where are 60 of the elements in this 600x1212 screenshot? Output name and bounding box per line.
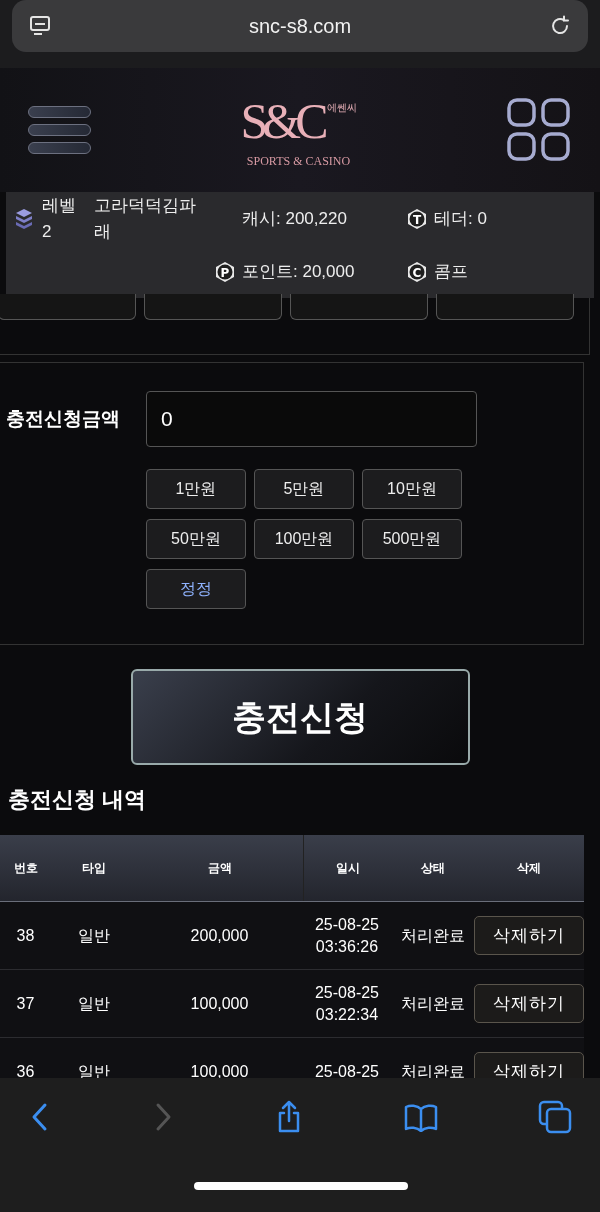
tabs-icon[interactable] (538, 1100, 572, 1134)
date-text: 25-08-25 (314, 1061, 379, 1078)
delete-button[interactable]: 삭제하기 (474, 984, 584, 1023)
submit-button[interactable]: 충전신청 (130, 669, 470, 765)
menu-button[interactable] (0, 294, 136, 320)
column-header: 상태 (419, 860, 446, 877)
logo-korean: 에쎈씨 (326, 101, 357, 115)
amount-input[interactable]: 0 (146, 391, 477, 447)
amount-button[interactable]: 5만원 (254, 469, 354, 509)
bookmarks-icon[interactable] (403, 1102, 439, 1132)
column-header: 일시 (303, 835, 391, 901)
time-text: 03:22:34 (315, 1004, 379, 1025)
column-header: 삭제 (516, 860, 542, 877)
amount-button[interactable]: 50만원 (146, 519, 246, 559)
menu-button[interactable] (144, 294, 282, 320)
menu-button[interactable] (290, 294, 428, 320)
level-icon (14, 206, 34, 231)
cash-balance: 캐시: 200,220 (241, 207, 348, 230)
menu-icon[interactable] (28, 106, 91, 154)
delete-button[interactable]: 삭제하기 (474, 916, 584, 955)
amount-button[interactable]: 500만원 (362, 519, 462, 559)
amount-button[interactable]: 1만원 (146, 469, 246, 509)
table-cell-text: 100,000 (189, 1061, 250, 1078)
letter-hexagon-icon: C (406, 260, 428, 283)
page-menu-icon (28, 14, 52, 38)
username: 고라덕덕김파래 (94, 194, 197, 243)
url-text: snc-s8.com (248, 14, 352, 39)
table-cell-text: 100,000 (189, 993, 250, 1014)
reset-button[interactable]: 정정 (146, 569, 246, 609)
column-header: 금액 (206, 860, 233, 877)
tether-balance: 테더: 0 (434, 207, 487, 230)
table-cell-text: 일반 (76, 1061, 111, 1078)
letter-hexagon-icon: T (406, 207, 428, 230)
column-header: 번호 (12, 860, 39, 877)
table-cell-text: 처리완료 (399, 1061, 466, 1078)
date-text: 25-08-25 (314, 982, 379, 1003)
grid-icon[interactable] (506, 97, 572, 163)
column-header: 타입 (80, 860, 107, 877)
logo-mark: S&C (240, 92, 323, 151)
level-text: 레벨 2 (42, 194, 77, 243)
table-cell-text: 38 (15, 925, 36, 946)
amount-label: 충전신청금액 (6, 407, 121, 431)
menu-button[interactable] (436, 294, 574, 320)
comp-label: 콤프 (434, 260, 468, 283)
table-cell-text: 처리완료 (399, 993, 466, 1014)
date-text: 25-08-25 (314, 914, 379, 935)
table-cell-text: 처리완료 (399, 925, 466, 946)
time-text: 03:36:26 (315, 936, 379, 957)
amount-button[interactable]: 10만원 (362, 469, 462, 509)
letter-hexagon-icon: P (214, 260, 236, 283)
address-bar[interactable]: snc-s8.com (12, 0, 588, 52)
points-balance: 포인트: 20,000 (242, 260, 355, 283)
table-cell-text: 일반 (76, 925, 111, 946)
logo-tagline: SPORTS & CASINO (246, 153, 351, 170)
amount-button[interactable]: 100만원 (254, 519, 354, 559)
table-cell-text: 일반 (76, 993, 111, 1014)
table-cell-text: 36 (15, 1061, 36, 1078)
table-cell-text: 200,000 (189, 925, 250, 946)
section-title: 충전신청 내역 (8, 787, 147, 812)
table-cell-text: 37 (15, 993, 36, 1014)
